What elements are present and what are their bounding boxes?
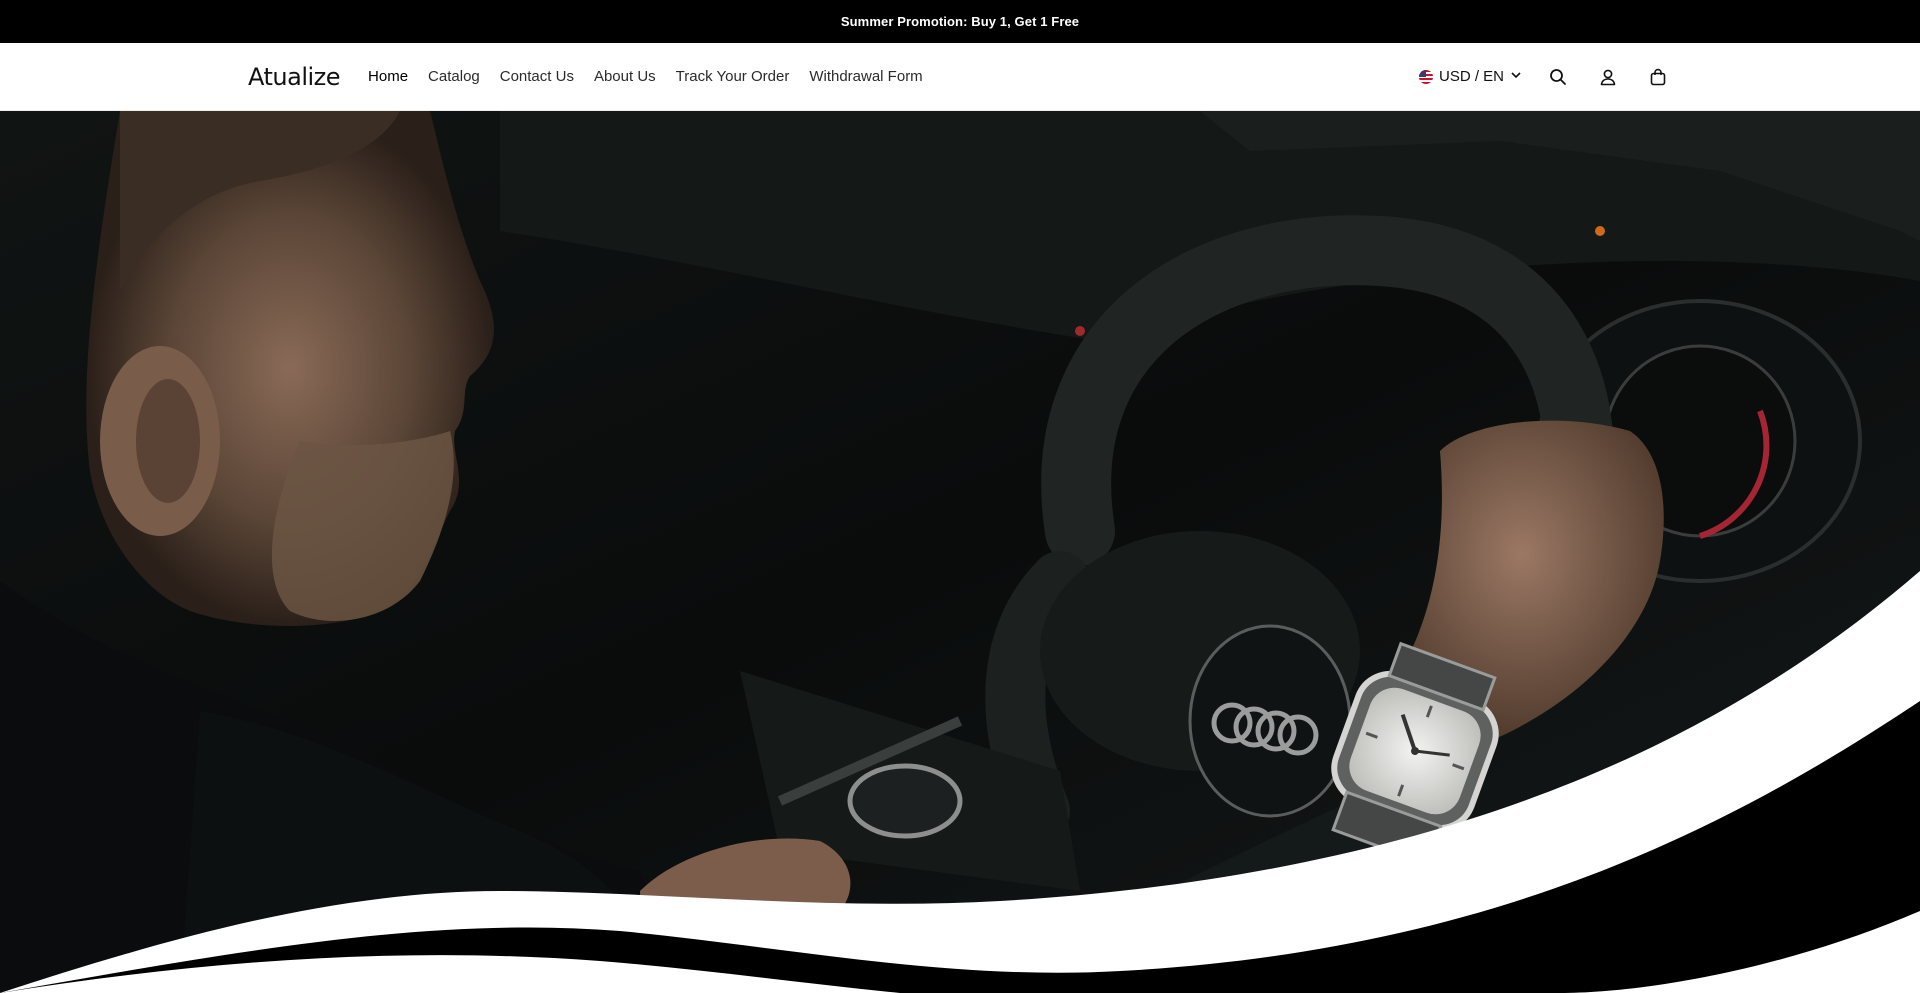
hero-image xyxy=(0,111,1920,993)
locale-label: USD / EN xyxy=(1438,68,1504,85)
search-icon[interactable] xyxy=(1544,63,1572,91)
site-header: Atualize Home Catalog Contact Us About U… xyxy=(0,43,1920,111)
account-icon[interactable] xyxy=(1594,63,1622,91)
nav-withdrawal-form[interactable]: Withdrawal Form xyxy=(809,64,922,89)
announcement-bar: Summer Promotion: Buy 1, Get 1 Free xyxy=(0,0,1920,43)
currency-language-selector[interactable]: USD / EN xyxy=(1418,68,1522,85)
nav-track-your-order[interactable]: Track Your Order xyxy=(676,64,790,89)
nav-home[interactable]: Home xyxy=(368,64,408,89)
cart-icon[interactable] xyxy=(1644,63,1672,91)
main-nav: Home Catalog Contact Us About Us Track Y… xyxy=(368,64,923,89)
announcement-text: Summer Promotion: Buy 1, Get 1 Free xyxy=(840,14,1080,29)
us-flag-icon xyxy=(1418,69,1433,84)
chevron-down-icon xyxy=(1510,68,1522,85)
nav-catalog[interactable]: Catalog xyxy=(428,64,480,89)
logo[interactable]: Atualize xyxy=(248,63,341,91)
nav-contact-us[interactable]: Contact Us xyxy=(500,64,574,89)
hero-banner xyxy=(0,111,1920,993)
nav-about-us[interactable]: About Us xyxy=(594,64,656,89)
